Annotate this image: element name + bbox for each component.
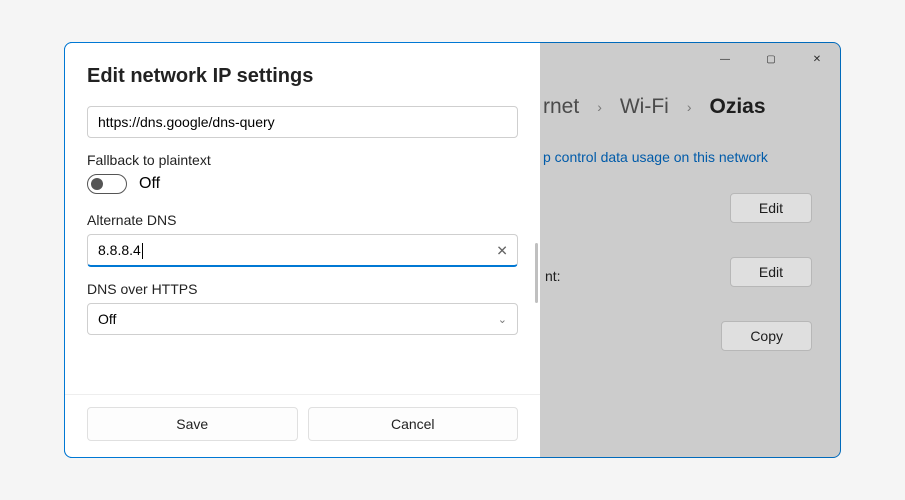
toggle-state-label: Off xyxy=(139,175,160,193)
text-caret-icon xyxy=(142,243,143,259)
breadcrumb-segment[interactable]: Wi-Fi xyxy=(620,95,669,119)
edit-ip-settings-dialog: Edit network IP settings https://dns.goo… xyxy=(64,42,540,458)
save-button[interactable]: Save xyxy=(87,407,298,441)
breadcrumb-current: Ozias xyxy=(710,95,766,119)
toggle-knob-icon xyxy=(91,178,103,190)
dialog-footer: Save Cancel xyxy=(65,394,540,457)
copy-button[interactable]: Copy xyxy=(721,321,812,351)
fallback-toggle[interactable] xyxy=(87,174,127,194)
chevron-down-icon: ⌄ xyxy=(498,313,507,326)
assignment-label-fragment: nt: xyxy=(545,268,561,284)
minimize-button[interactable]: — xyxy=(702,43,748,75)
alternate-dns-input[interactable]: 8.8.8.4 xyxy=(87,234,518,267)
breadcrumb: rnet › Wi-Fi › Ozias xyxy=(543,95,812,119)
edit-button[interactable]: Edit xyxy=(730,193,812,223)
select-value: Off xyxy=(98,311,116,327)
chevron-right-icon: › xyxy=(597,99,602,115)
data-usage-link[interactable]: p control data usage on this network xyxy=(543,149,812,165)
clear-input-icon[interactable]: ✕ xyxy=(496,242,508,259)
alternate-dns-label: Alternate DNS xyxy=(87,212,518,228)
dns-over-https-select[interactable]: Off ⌄ xyxy=(87,303,518,335)
breadcrumb-segment[interactable]: rnet xyxy=(543,95,579,119)
edit-button[interactable]: Edit xyxy=(730,257,812,287)
close-button[interactable]: ✕ xyxy=(794,43,840,75)
dns-over-https-label: DNS over HTTPS xyxy=(87,281,518,297)
chevron-right-icon: › xyxy=(687,99,692,115)
fallback-label: Fallback to plaintext xyxy=(87,152,518,168)
maximize-button[interactable]: ▢ xyxy=(748,43,794,75)
cancel-button[interactable]: Cancel xyxy=(308,407,519,441)
titlebar: — ▢ ✕ xyxy=(702,43,840,75)
doh-template-input[interactable]: https://dns.google/dns-query xyxy=(87,106,518,138)
dialog-title: Edit network IP settings xyxy=(87,65,518,88)
scrollbar-thumb[interactable] xyxy=(535,243,538,303)
